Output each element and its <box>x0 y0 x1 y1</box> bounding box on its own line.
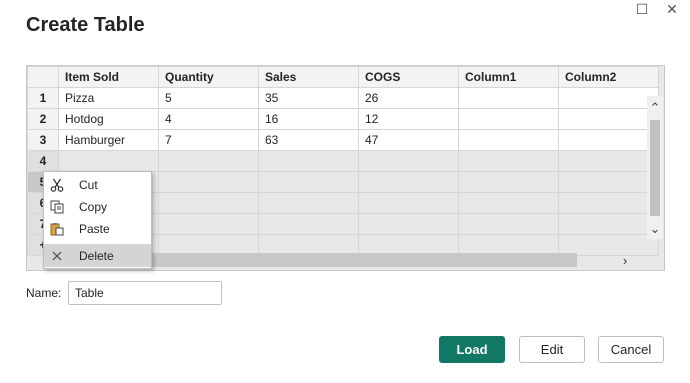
table-cell[interactable] <box>458 213 559 235</box>
table-cell[interactable] <box>58 150 159 172</box>
context-menu: Cut Copy Paste Delete <box>43 171 152 269</box>
table-cell[interactable]: Hotdog <box>58 108 159 130</box>
table-cell[interactable] <box>458 150 559 172</box>
context-cut[interactable]: Cut <box>44 174 151 196</box>
delete-x-icon <box>49 248 65 264</box>
table-cell[interactable]: 47 <box>358 129 459 151</box>
table-name-input[interactable] <box>68 281 222 305</box>
table-cell[interactable] <box>358 150 459 172</box>
context-cut-label: Cut <box>79 178 98 192</box>
table-cell[interactable]: 7 <box>158 129 259 151</box>
table-cell[interactable]: Pizza <box>58 87 159 109</box>
table-row: 1 Pizza 5 35 26 <box>27 87 659 109</box>
column-header[interactable]: Column2 <box>558 66 659 88</box>
paste-icon <box>49 221 65 237</box>
header-row: Item Sold Quantity Sales COGS Column1 Co… <box>27 66 659 88</box>
copy-icon <box>49 199 65 215</box>
table-cell[interactable] <box>158 171 259 193</box>
table-row: 3 Hamburger 7 63 47 <box>27 129 659 151</box>
dialog-title: Create Table <box>26 14 145 36</box>
table-cell[interactable]: Hamburger <box>58 129 159 151</box>
table-cell[interactable] <box>158 192 259 214</box>
table-cell[interactable] <box>558 213 659 235</box>
table-cell[interactable] <box>358 192 459 214</box>
table-row: 4 <box>27 150 659 172</box>
maximize-icon[interactable]: ☐ <box>630 0 654 18</box>
table-cell[interactable] <box>458 171 559 193</box>
table-cell[interactable] <box>458 87 559 109</box>
scroll-down-icon[interactable]: ⌄ <box>647 221 663 236</box>
table-cell[interactable]: 35 <box>258 87 359 109</box>
table-cell[interactable] <box>558 150 659 172</box>
row-number[interactable]: 4 <box>27 150 59 172</box>
table-cell[interactable]: 5 <box>158 87 259 109</box>
cancel-button[interactable]: Cancel <box>598 336 664 363</box>
context-paste-label: Paste <box>79 222 110 236</box>
table-cell[interactable] <box>158 213 259 235</box>
column-header[interactable]: Item Sold <box>58 66 159 88</box>
corner-cell[interactable] <box>27 66 59 88</box>
table-row: 2 Hotdog 4 16 12 <box>27 108 659 130</box>
table-cell[interactable] <box>558 171 659 193</box>
table-cell[interactable] <box>458 108 559 130</box>
table-cell[interactable] <box>558 108 659 130</box>
table-cell[interactable] <box>458 129 559 151</box>
row-number[interactable]: 3 <box>27 129 59 151</box>
table-cell[interactable] <box>258 192 359 214</box>
table-cell[interactable] <box>558 129 659 151</box>
vertical-scroll-thumb[interactable] <box>650 120 660 216</box>
table-cell[interactable]: 26 <box>358 87 459 109</box>
context-delete[interactable]: Delete <box>44 245 151 267</box>
row-number[interactable]: 2 <box>27 108 59 130</box>
table-cell[interactable]: 16 <box>258 108 359 130</box>
table-cell[interactable]: 12 <box>358 108 459 130</box>
table-cell[interactable] <box>458 192 559 214</box>
load-button[interactable]: Load <box>439 336 505 363</box>
scissors-icon <box>49 177 65 193</box>
context-delete-label: Delete <box>79 249 114 263</box>
horizontal-scroll-thumb[interactable] <box>150 253 577 267</box>
table-cell[interactable] <box>258 150 359 172</box>
column-header[interactable]: COGS <box>358 66 459 88</box>
context-copy[interactable]: Copy <box>44 196 151 218</box>
scroll-right-icon[interactable]: › <box>616 253 634 268</box>
name-label: Name: <box>26 286 62 300</box>
column-header[interactable]: Sales <box>258 66 359 88</box>
context-copy-label: Copy <box>79 200 108 214</box>
table-cell[interactable]: 63 <box>258 129 359 151</box>
context-paste[interactable]: Paste <box>44 218 151 240</box>
table-cell[interactable] <box>258 171 359 193</box>
table-cell[interactable] <box>258 213 359 235</box>
table-cell[interactable] <box>558 192 659 214</box>
table-cell[interactable] <box>158 150 259 172</box>
table-cell[interactable] <box>358 171 459 193</box>
edit-button[interactable]: Edit <box>519 336 585 363</box>
column-header[interactable]: Quantity <box>158 66 259 88</box>
scroll-up-icon[interactable]: ⌃ <box>647 100 663 115</box>
table-cell[interactable] <box>358 213 459 235</box>
table-cell[interactable]: 4 <box>158 108 259 130</box>
row-number[interactable]: 1 <box>27 87 59 109</box>
column-header[interactable]: Column1 <box>458 66 559 88</box>
close-icon[interactable]: ✕ <box>660 0 684 18</box>
table-cell[interactable] <box>558 87 659 109</box>
